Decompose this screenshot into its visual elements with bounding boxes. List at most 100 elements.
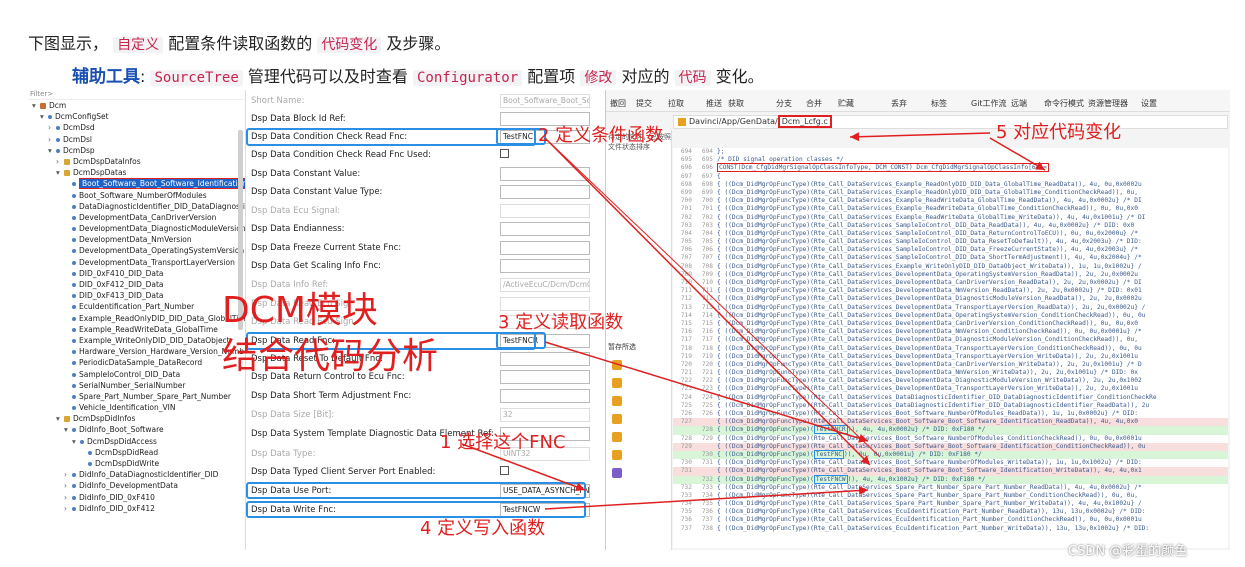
expand-toggle-icon[interactable]: ▾ xyxy=(48,145,56,156)
toolbar-button[interactable]: 命令行模式 xyxy=(1044,98,1084,109)
property-value-field[interactable] xyxy=(500,185,590,199)
tree-item[interactable]: › DidInfo_DID_0xF410 xyxy=(28,492,245,503)
code-line: 707 707 { ((Dcm_DidMgrOpFuncType)(Rte_Call… xyxy=(673,254,1228,262)
expand-toggle-icon[interactable]: › xyxy=(48,122,56,133)
property-value-field[interactable]: /ActiveEcuC/Dcm/DcmConfigS xyxy=(500,278,590,292)
property-checkbox[interactable] xyxy=(500,149,509,158)
expand-toggle-icon[interactable]: › xyxy=(64,469,72,480)
tree-item[interactable]: ▾ Dcm xyxy=(28,100,245,111)
tree-item[interactable]: ▾ DcmConfigSet xyxy=(28,111,245,122)
expand-toggle-icon[interactable]: ▾ xyxy=(72,436,80,447)
modified-file-icon[interactable] xyxy=(612,432,622,442)
tree-item[interactable]: › DidInfo_DevelopmentData xyxy=(28,480,245,491)
tree-item-label: Hardware_Version_Hardware_Version_Number xyxy=(79,347,246,357)
expand-toggle-icon[interactable]: ▾ xyxy=(64,424,72,435)
tree-item[interactable]: DevelopmentData_DiagnosticModuleVersion xyxy=(28,223,245,234)
modified-file-icon[interactable] xyxy=(612,396,622,406)
tree-item[interactable]: ▾ DcmDspDidInfos xyxy=(28,413,245,424)
property-value-field[interactable] xyxy=(500,352,590,366)
tree-item[interactable]: › DcmDsl xyxy=(28,134,245,145)
tree-item[interactable]: DataDiagnosticIdentifier_DID_DataDiagnos… xyxy=(28,201,245,212)
tree-item[interactable]: DcmDspDidRead xyxy=(28,447,245,458)
unknown-file-icon[interactable] xyxy=(612,468,622,478)
modified-file-icon[interactable] xyxy=(612,450,622,460)
tree-item[interactable]: Hardware_Version_Hardware_Version_Number xyxy=(28,346,245,357)
tree-item[interactable]: ▾ DidInfo_Boot_Software xyxy=(28,424,245,435)
toolbar-button[interactable]: 设置 xyxy=(1141,98,1157,109)
expand-toggle-icon[interactable]: › xyxy=(64,503,72,514)
toolbar-button[interactable]: 撤回 xyxy=(610,98,626,109)
code-text: { ((Dcm_DidMgrOpFuncType)(Rte_Call_DataS… xyxy=(717,295,1142,303)
property-value-field[interactable] xyxy=(500,222,590,236)
expand-toggle-icon[interactable]: › xyxy=(56,156,64,167)
modified-file-icon[interactable] xyxy=(612,378,622,388)
tree-item[interactable]: DevelopmentData_OperatingSystemVersion xyxy=(28,245,245,256)
code-line: 714 714 { ((Dcm_DidMgrOpFuncType)(Rte_Call… xyxy=(673,312,1228,320)
tree-item[interactable]: Vehicle_Identification_VIN xyxy=(28,402,245,413)
property-value-field[interactable] xyxy=(500,259,590,273)
property-value-field[interactable] xyxy=(500,167,590,181)
tree-filter[interactable]: Filter> xyxy=(28,90,245,100)
tree-item[interactable]: DID_0xF413_DID_Data xyxy=(28,290,245,301)
expand-toggle-icon[interactable]: › xyxy=(64,492,72,503)
new-line-number: 697 xyxy=(701,172,713,180)
property-value-field[interactable] xyxy=(500,204,590,218)
code-text: { ((Dcm_DidMgrOpFuncType)(Rte_Call_DataS… xyxy=(717,344,1142,352)
old-line-number: 719 xyxy=(680,352,692,360)
modified-file-icon[interactable] xyxy=(612,414,622,424)
toolbar-button[interactable]: 资源管理器 xyxy=(1088,98,1128,109)
tree-item[interactable]: DevelopmentData_TransportLayerVersion xyxy=(28,257,245,268)
tree-item[interactable]: ▾ DcmDsp xyxy=(28,145,245,156)
expand-toggle-icon[interactable]: ▾ xyxy=(40,111,48,122)
tree-item[interactable]: Example_ReadOnlyDID_DID_Data_GlobalTime xyxy=(28,313,245,324)
expand-toggle-icon[interactable]: ▾ xyxy=(56,167,64,178)
expand-toggle-icon[interactable]: › xyxy=(64,480,72,491)
tree-item[interactable]: SerialNumber_SerialNumber xyxy=(28,380,245,391)
property-checkbox[interactable] xyxy=(500,466,509,475)
tree-item[interactable]: PeriodicDataSample_DataRecord xyxy=(28,357,245,368)
property-value-field[interactable] xyxy=(500,370,590,384)
expand-toggle-icon[interactable]: › xyxy=(48,134,56,145)
tree-item[interactable]: Spare_Part_Number_Spare_Part_Number xyxy=(28,391,245,402)
tree-item[interactable]: Boot_Software_NumberOfModules xyxy=(28,190,245,201)
toolbar-button[interactable]: Git工作流 xyxy=(971,98,1007,109)
modified-file-icon[interactable] xyxy=(612,360,622,370)
old-line-number: 732 xyxy=(680,483,692,491)
toolbar-button[interactable]: 分支 xyxy=(776,98,792,109)
tree-item[interactable]: DcmDspDidWrite xyxy=(28,458,245,469)
tree-item[interactable]: Boot_Software_Boot_Software_Identificati… xyxy=(28,178,245,190)
toolbar-button[interactable]: 推送 xyxy=(706,98,722,109)
tree-item[interactable]: ▾ DcmDspDidAccess xyxy=(28,436,245,447)
file-name[interactable]: Dcm_Lcfg.c xyxy=(777,115,832,128)
property-value-field[interactable]: Boot_Software_Boot_Software_I xyxy=(500,94,590,108)
tree-item[interactable]: › DidInfo_DID_0xF412 xyxy=(28,503,245,514)
tree-item[interactable]: › DcmDsd xyxy=(28,122,245,133)
tree-item[interactable]: › DidInfo_DataDiagnosticIdentifier_DID xyxy=(28,469,245,480)
tree-item[interactable]: ▾ DcmDspDatas xyxy=(28,167,245,178)
stage-selected-button[interactable]: 暂存所选 xyxy=(608,342,636,352)
tree-item[interactable]: › DcmDspDataInfos xyxy=(28,156,245,167)
code-text: /* DID signal operation classes */ xyxy=(717,156,844,164)
tree-item[interactable]: Example_ReadWriteData_GlobalTime xyxy=(28,324,245,335)
tree-item[interactable]: Example_WriteOnlyDID_DID_DataObject xyxy=(28,335,245,346)
toolbar-button[interactable]: 贮藏 xyxy=(838,98,854,109)
property-value-field[interactable]: 32 xyxy=(500,408,590,422)
toolbar-button[interactable]: 拉取 xyxy=(668,98,684,109)
toolbar-button[interactable]: 提交 xyxy=(636,98,652,109)
tree-item[interactable]: DID_0xF412_DID_Data xyxy=(28,279,245,290)
expand-toggle-icon[interactable]: ▾ xyxy=(32,100,40,111)
toolbar-button[interactable]: 丢弃 xyxy=(891,98,907,109)
property-value-field[interactable] xyxy=(500,241,590,255)
tree-item[interactable]: DevelopmentData_CanDriverVersion xyxy=(28,212,245,223)
toolbar-button[interactable]: 合并 xyxy=(806,98,822,109)
property-value-field[interactable] xyxy=(500,389,590,403)
toolbar-button[interactable]: 获取 xyxy=(728,98,744,109)
tree-item[interactable]: DID_0xF410_DID_Data xyxy=(28,268,245,279)
old-line-number: 714 xyxy=(680,311,692,319)
tree-item[interactable]: DevelopmentData_NmVersion xyxy=(28,234,245,245)
expand-toggle-icon[interactable]: ▾ xyxy=(56,413,64,424)
toolbar-button[interactable]: 标签 xyxy=(931,98,947,109)
tree-item[interactable]: EcuIdentification_Part_Number xyxy=(28,301,245,312)
tree-item[interactable]: SampleIoControl_DID_Data xyxy=(28,369,245,380)
toolbar-button[interactable]: 远端 xyxy=(1011,98,1027,109)
